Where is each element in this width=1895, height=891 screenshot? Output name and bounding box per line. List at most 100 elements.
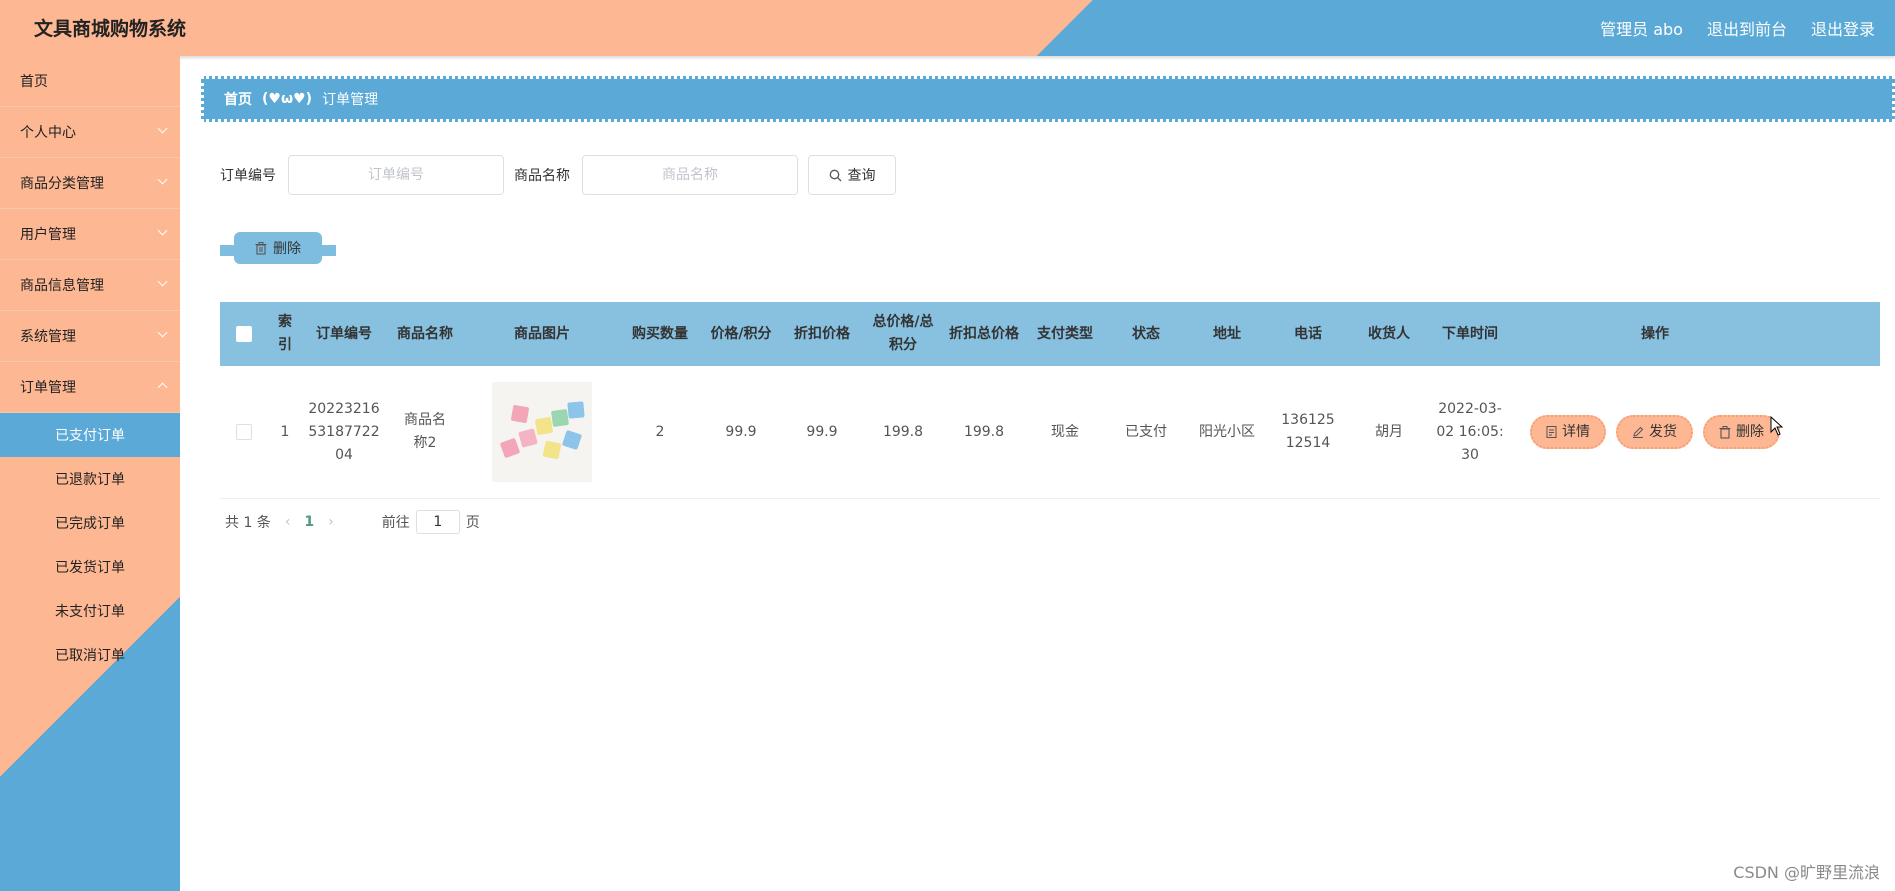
page-number-current[interactable]: 1 bbox=[304, 514, 314, 530]
cell-phone: 13612512514 bbox=[1281, 412, 1335, 451]
row-actions: 详情 发货 删除 bbox=[1514, 415, 1796, 449]
cell-receiver: 胡月 bbox=[1375, 423, 1403, 440]
watermark: CSDN @旷野里流浪 bbox=[1733, 863, 1880, 882]
chevron-down-icon bbox=[157, 276, 168, 287]
prev-page-icon[interactable]: ‹ bbox=[285, 514, 291, 530]
row-checkbox[interactable] bbox=[236, 423, 252, 440]
column-header: 地址 bbox=[1213, 325, 1241, 342]
table-header: 索引 订单编号 商品名称 商品图片 购买数量 价格/积分 折扣价格 总价格/总积… bbox=[220, 302, 1880, 366]
cell-product-name: 商品名称2 bbox=[404, 412, 446, 451]
yellow-binder-clip bbox=[534, 416, 554, 436]
product-name-input[interactable] bbox=[582, 155, 798, 195]
cell-index: 1 bbox=[280, 423, 290, 440]
pink-binder-clip bbox=[510, 404, 530, 424]
sidebar-item-label: 首页 bbox=[20, 74, 48, 90]
pink-binder-clip bbox=[518, 428, 538, 448]
chevron-up-icon bbox=[157, 382, 168, 393]
trash-icon bbox=[255, 241, 267, 255]
submenu-item-completed-orders[interactable]: 已完成订单 bbox=[0, 501, 180, 545]
sidebar-item-category-management[interactable]: 商品分类管理 bbox=[0, 158, 180, 209]
breadcrumb: 首页 (♥ω♥) 订单管理 bbox=[201, 76, 1895, 122]
goto-page-input[interactable] bbox=[415, 510, 460, 534]
batch-delete-button[interactable]: 删除 bbox=[234, 232, 322, 264]
breadcrumb-separator: (♥ω♥) bbox=[262, 91, 313, 107]
goto-label: 前往 bbox=[381, 515, 410, 531]
cell-actions: 详情 发货 删除 bbox=[1510, 415, 1800, 449]
header-links: 管理员 abo 退出到前台 退出登录 bbox=[1600, 16, 1875, 40]
submenu-item-paid-orders[interactable]: 已支付订单 bbox=[0, 413, 180, 457]
cell-address: 阳光小区 bbox=[1199, 423, 1255, 440]
chevron-down-icon bbox=[157, 225, 168, 236]
submenu-item-unpaid-orders[interactable]: 未支付订单 bbox=[0, 589, 180, 633]
product-image[interactable] bbox=[492, 382, 592, 482]
cell-discount-total: 199.8 bbox=[963, 423, 1005, 440]
document-icon bbox=[1546, 426, 1557, 438]
cell-status: 已支付 bbox=[1125, 423, 1167, 440]
product-name-label: 商品名称 bbox=[514, 168, 570, 184]
detail-button[interactable]: 详情 bbox=[1530, 415, 1606, 449]
cell-order-time: 2022-03-02 16:05:30 bbox=[1436, 400, 1504, 463]
edit-icon bbox=[1633, 426, 1644, 438]
row-select-cell[interactable] bbox=[220, 421, 268, 444]
back-to-frontend-link[interactable]: 退出到前台 bbox=[1707, 16, 1787, 40]
ship-button-label: 发货 bbox=[1649, 423, 1677, 440]
column-header: 支付类型 bbox=[1037, 325, 1093, 342]
app-title: 文具商城购物系统 bbox=[34, 18, 187, 40]
batch-delete-label: 删除 bbox=[273, 241, 301, 257]
chevron-down-icon bbox=[157, 123, 168, 134]
column-header: 收货人 bbox=[1368, 325, 1410, 342]
sidebar-item-label: 商品信息管理 bbox=[20, 278, 104, 294]
column-header: 折扣总价格 bbox=[949, 325, 1019, 342]
query-button[interactable]: 查询 bbox=[808, 155, 896, 195]
sidebar-item-user-management[interactable]: 用户管理 bbox=[0, 209, 180, 260]
table-row: 1 2022321653187722 04 商品名称2 2 99.9 99.9 … bbox=[220, 366, 1880, 499]
ship-button[interactable]: 发货 bbox=[1616, 415, 1693, 449]
batch-delete-wrap: 删除 bbox=[220, 232, 336, 268]
sidebar-item-label: 商品分类管理 bbox=[20, 176, 104, 192]
sidebar-item-system-management[interactable]: 系统管理 bbox=[0, 311, 180, 362]
cell-product-image bbox=[464, 382, 620, 482]
sidebar-item-label: 系统管理 bbox=[20, 329, 76, 345]
select-all-checkbox[interactable] bbox=[236, 325, 252, 342]
column-header: 索引 bbox=[278, 314, 292, 353]
column-header: 操作 bbox=[1641, 325, 1669, 342]
page-suffix: 页 bbox=[465, 515, 480, 531]
logout-link[interactable]: 退出登录 bbox=[1811, 16, 1875, 40]
submenu-item-shipped-orders[interactable]: 已发货订单 bbox=[0, 545, 180, 589]
yellow-binder-clip bbox=[542, 440, 562, 460]
blue-binder-clip bbox=[567, 401, 585, 419]
sidebar-item-product-management[interactable]: 商品信息管理 bbox=[0, 260, 180, 311]
delete-button[interactable]: 删除 bbox=[1703, 415, 1780, 449]
search-bar: 订单编号 商品名称 查询 bbox=[220, 155, 896, 195]
orders-table: 索引 订单编号 商品名称 商品图片 购买数量 价格/积分 折扣价格 总价格/总积… bbox=[220, 302, 1880, 499]
top-header: 文具商城购物系统 管理员 abo 退出到前台 退出登录 bbox=[0, 0, 1895, 56]
order-number-label: 订单编号 bbox=[220, 168, 276, 184]
sidebar-item-label: 订单管理 bbox=[20, 380, 76, 396]
admin-user-label: 管理员 abo bbox=[1600, 20, 1683, 39]
submenu-item-cancelled-orders[interactable]: 已取消订单 bbox=[0, 633, 180, 677]
breadcrumb-current: 订单管理 bbox=[322, 92, 379, 108]
cell-price: 99.9 bbox=[725, 423, 757, 440]
cell-quantity: 2 bbox=[655, 423, 665, 440]
submenu-item-refunded-orders[interactable]: 已退款订单 bbox=[0, 457, 180, 501]
column-header: 下单时间 bbox=[1442, 325, 1498, 342]
column-header: 订单编号 bbox=[316, 325, 372, 342]
sidebar-item-order-management[interactable]: 订单管理 bbox=[0, 362, 180, 413]
column-header: 总价格/总积分 bbox=[872, 314, 934, 353]
column-header: 购买数量 bbox=[632, 325, 688, 342]
chevron-down-icon bbox=[157, 327, 168, 338]
sidebar-item-personal-center[interactable]: 个人中心 bbox=[0, 107, 180, 158]
column-header: 商品图片 bbox=[514, 325, 570, 342]
cell-total: 199.8 bbox=[882, 423, 924, 440]
chevron-down-icon bbox=[157, 174, 168, 185]
cell-pay-type: 现金 bbox=[1051, 423, 1079, 440]
sidebar-item-label: 个人中心 bbox=[20, 125, 76, 141]
order-number-input[interactable] bbox=[288, 155, 504, 195]
search-icon bbox=[829, 169, 841, 181]
breadcrumb-home[interactable]: 首页 bbox=[224, 89, 252, 109]
sidebar-item-home[interactable]: 首页 bbox=[0, 56, 180, 107]
header-select-all[interactable] bbox=[220, 323, 268, 346]
green-binder-clip bbox=[550, 408, 570, 428]
query-button-label: 查询 bbox=[847, 168, 876, 184]
next-page-icon[interactable]: › bbox=[328, 514, 334, 530]
